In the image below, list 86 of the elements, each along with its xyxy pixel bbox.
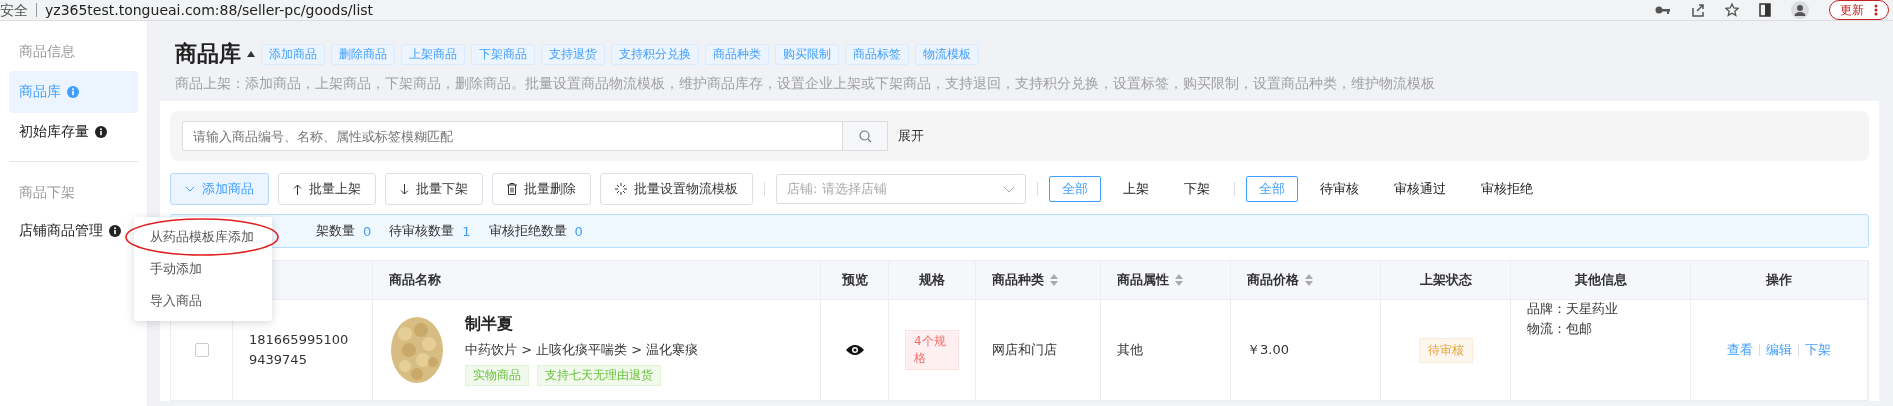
toolbar-button[interactable]: 批量删除 [492,173,591,205]
feature-tag[interactable]: 支持退货 [541,43,605,65]
column-header: 上架状态 [1419,271,1472,289]
table-cell-text: 1816659951009439745 [249,331,350,369]
review-filter-tab[interactable]: 待审核 [1307,176,1372,202]
shelf-filter-tab[interactable]: 下架 [1171,176,1223,202]
sidebar-item[interactable]: 店铺商品管理 [9,212,138,250]
page-title: 商品库 [175,40,241,68]
arrow-down-icon [400,183,409,195]
update-button[interactable]: 更新 [1829,0,1889,20]
sidebar-item[interactable]: 初始库存量 [9,113,138,151]
info-icon [67,86,79,98]
star-icon[interactable] [1725,3,1739,17]
store-select[interactable]: 店铺: 请选择店铺 [776,174,1026,204]
sidebar-heading: 商品下架 [18,183,76,202]
action-link[interactable]: 编辑 [1766,341,1792,359]
table-cell: 其他 [1117,341,1143,359]
sparkle-icon [615,183,627,195]
search-icon [858,129,872,143]
spec-tag[interactable]: 4个规格 [905,330,959,370]
info-line: 物流：包邮 [1527,320,1592,338]
stat-label: 架数量 [316,222,355,240]
sidebar-toggle-icon[interactable] [1759,3,1771,17]
table-cell: ￥3.00 [1247,341,1289,359]
toolbar-button[interactable]: 批量设置物流模板 [600,173,753,205]
column-header: 商品属性 [1117,271,1169,289]
column-header: 规格 [919,271,945,289]
feature-tag[interactable]: 添加商品 [261,43,325,65]
toolbar-button[interactable]: 批量上架 [278,173,376,205]
search-field[interactable]: 请输入商品编号、名称、属性或标签模糊匹配 [182,121,842,151]
feature-tag[interactable]: 物流模板 [915,43,979,65]
status-tag: 待审核 [1418,337,1473,363]
action-link[interactable]: 查看 [1727,341,1753,359]
feature-tag[interactable]: 商品标签 [845,43,909,65]
category-path: 中药饮片 > 止咳化痰平喘类 > 温化寒痰 [465,341,699,359]
column-header: 其他信息 [1574,271,1627,289]
column-header: 预览 [841,271,868,289]
stat-value: 0 [574,223,583,239]
sidebar-item[interactable]: 商品库 [9,71,138,113]
page-description: 商品上架：添加商品，上架商品，下架商品，删除商品。批量设置商品物流模板，维护商品库存，设置企业上架或下架商品，支持退回，支持积分兑换，设置标签，购买限制，设置商品种类，维护物流模板 [175,75,1436,93]
column-header: 商品种类 [992,271,1044,289]
menu-item[interactable]: 手动添加 [134,253,272,285]
review-filter-tab[interactable]: 审核通过 [1381,176,1459,202]
column-header: 操作 [1766,271,1792,289]
chevron-icon [185,186,195,192]
key-icon[interactable] [1655,4,1671,16]
info-line: 品牌：天星药业 [1527,300,1618,318]
toolbar-button[interactable]: 批量下架 [385,173,483,205]
arrow-up-icon [293,183,302,195]
sidebar-heading: 商品信息 [18,42,76,61]
caret-icon[interactable] [247,51,255,57]
feature-tag[interactable]: 商品种类 [705,43,769,65]
avatar-icon[interactable] [1791,1,1809,19]
stat-value: 0 [363,223,372,239]
table-cell: 网店和门店 [992,341,1057,359]
chevron-icon [1003,185,1015,193]
stat-label: 待审核数量 [389,222,455,240]
feature-tag[interactable]: 支持积分兑换 [611,43,699,65]
feature-tag[interactable]: 删除商品 [331,43,395,65]
column-header: 商品价格 [1247,271,1299,289]
toolbar-button[interactable]: 添加商品 [170,173,269,205]
trash-icon [507,183,517,195]
menu-item[interactable]: 导入商品 [134,285,272,317]
stat-label: 审核拒绝数量 [488,222,567,240]
row-checkbox[interactable] [194,343,209,357]
shelf-filter-tab[interactable]: 全部 [1049,176,1101,202]
eye-icon[interactable] [845,344,864,356]
security-label: 安全 [0,3,37,17]
review-filter-tab[interactable]: 审核拒绝 [1468,176,1546,202]
review-filter-tab[interactable]: 全部 [1246,176,1298,202]
feature-tag[interactable]: 下架商品 [471,43,535,65]
shelf-filter-tab[interactable]: 上架 [1110,176,1162,202]
product-tag: 实物商品 [465,365,529,386]
info-icon [95,126,107,138]
product-name: 制半夏 [465,314,513,335]
address-field[interactable]: yz365test.tongueai.com:88/seller-pc/goods/list [45,2,374,18]
stat-value: 1 [462,223,471,239]
column-header: 商品名称 [389,271,441,289]
feature-tag[interactable]: 上架商品 [401,43,465,65]
feature-tag[interactable]: 购买限制 [775,43,839,65]
action-link[interactable]: 下架 [1805,341,1831,359]
expand-link[interactable]: 展开 [898,127,924,145]
share-icon[interactable] [1691,3,1705,17]
more-icon[interactable] [1874,4,1878,16]
product-tag: 支持七天无理由退货 [537,365,661,386]
info-icon [109,225,121,237]
